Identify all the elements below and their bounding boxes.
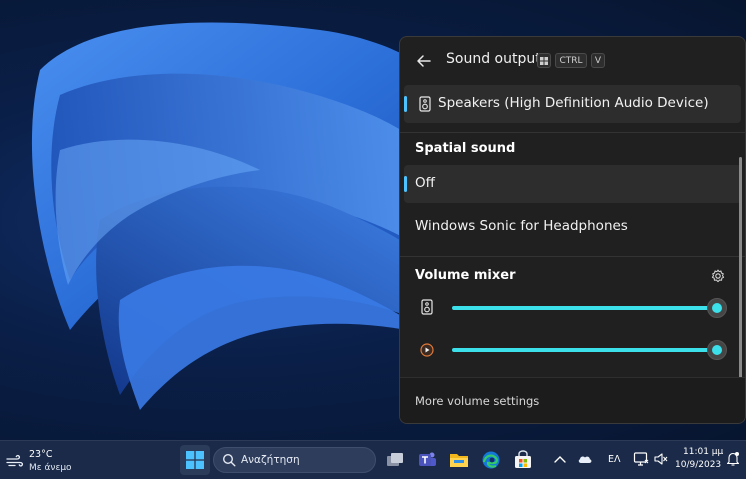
back-button[interactable] bbox=[412, 49, 436, 73]
start-button[interactable] bbox=[180, 445, 210, 475]
divider bbox=[400, 256, 745, 257]
onedrive-cloud-icon[interactable] bbox=[577, 453, 593, 465]
search-placeholder: Αναζήτηση bbox=[241, 454, 300, 466]
search-icon bbox=[222, 453, 236, 467]
taskbar-search-box[interactable]: Αναζήτηση bbox=[213, 447, 376, 473]
teams-button[interactable] bbox=[412, 445, 442, 475]
wind-icon bbox=[6, 454, 24, 467]
store-icon bbox=[515, 450, 531, 468]
flyout-header: Sound output CTRL V bbox=[400, 37, 745, 83]
speaker-volume-slider-track[interactable] bbox=[452, 306, 716, 310]
selection-indicator bbox=[404, 96, 407, 112]
file-explorer-icon bbox=[450, 454, 468, 467]
windows-key-badge bbox=[537, 53, 551, 68]
chevron-up-icon[interactable] bbox=[554, 454, 566, 464]
speaker-volume-slider-thumb[interactable] bbox=[707, 298, 727, 318]
speaker-icon bbox=[421, 299, 433, 315]
media-volume-slider-thumb[interactable] bbox=[707, 340, 727, 360]
v-key-badge: V bbox=[591, 53, 605, 68]
speaker-icon bbox=[419, 96, 431, 112]
clock-date[interactable]: 10/9/2023 bbox=[675, 460, 721, 470]
windows-logo-icon bbox=[540, 56, 548, 65]
volume-mixer-heading: Volume mixer bbox=[415, 268, 516, 283]
output-device-label: Speakers (High Definition Audio Device) bbox=[438, 95, 709, 111]
spatial-option-windows-sonic[interactable]: Windows Sonic for Headphones bbox=[404, 207, 741, 245]
arrow-left-icon bbox=[417, 55, 431, 67]
spatial-sound-heading: Spatial sound bbox=[415, 141, 516, 156]
selection-indicator bbox=[404, 176, 407, 192]
divider bbox=[400, 132, 745, 133]
weather-temperature: 23°C bbox=[29, 449, 53, 460]
weather-widget[interactable]: 23°C Με άνεμο bbox=[6, 446, 86, 476]
weather-description: Με άνεμο bbox=[29, 463, 72, 473]
sound-output-flyout: Sound output CTRL V Speakers (High Defin… bbox=[399, 36, 746, 424]
notification-bell-icon[interactable] bbox=[726, 451, 740, 467]
gear-icon[interactable] bbox=[711, 269, 725, 283]
windows-logo-icon bbox=[186, 451, 204, 469]
flyout-scrollbar[interactable] bbox=[739, 157, 742, 387]
clock-time[interactable]: 11:01 μμ bbox=[683, 447, 723, 457]
taskbar: 23°C Με άνεμο Αναζήτηση ΕΛ 11:01 μμ 10/9… bbox=[0, 440, 746, 479]
microsoft-store-button[interactable] bbox=[508, 445, 538, 475]
teams-icon bbox=[419, 452, 436, 466]
edge-icon bbox=[482, 451, 500, 469]
input-language-indicator[interactable]: ΕΛ bbox=[608, 454, 621, 465]
task-view-icon bbox=[387, 453, 403, 466]
output-device-row[interactable]: Speakers (High Definition Audio Device) bbox=[404, 85, 741, 123]
media-player-icon bbox=[420, 343, 434, 357]
ctrl-key-badge: CTRL bbox=[555, 53, 587, 68]
task-view-button[interactable] bbox=[380, 445, 410, 475]
edge-button[interactable] bbox=[476, 445, 506, 475]
network-monitor-icon[interactable] bbox=[633, 451, 649, 467]
flyout-title: Sound output bbox=[446, 51, 541, 67]
flyout-footer: More volume settings bbox=[400, 377, 745, 423]
spatial-option-label: Off bbox=[415, 175, 435, 191]
spatial-option-off[interactable]: Off bbox=[404, 165, 741, 203]
more-volume-settings-link[interactable]: More volume settings bbox=[415, 394, 539, 408]
media-volume-slider-track[interactable] bbox=[452, 348, 716, 352]
speaker-muted-icon[interactable] bbox=[654, 452, 668, 466]
spatial-option-label: Windows Sonic for Headphones bbox=[415, 218, 628, 234]
file-explorer-button[interactable] bbox=[444, 445, 474, 475]
